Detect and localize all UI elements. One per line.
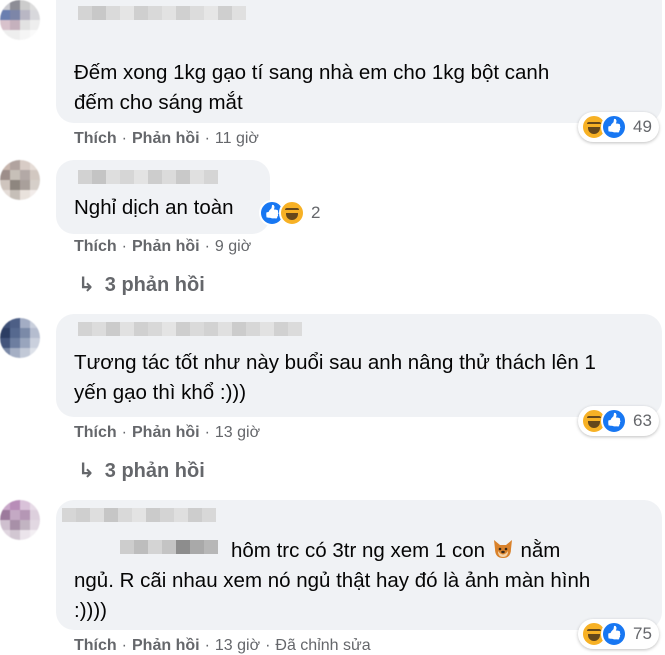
commenter-avatar[interactable] — [0, 0, 40, 40]
reply-link[interactable]: Phản hồi — [132, 637, 200, 654]
like-link[interactable]: Thích — [74, 238, 117, 255]
like-link[interactable]: Thích — [74, 130, 117, 147]
like-reaction-icon — [601, 621, 627, 647]
like-link[interactable]: Thích — [74, 424, 117, 441]
comment-text: hôm trc có 3tr ng xem 1 con nằm ngủ. R c… — [74, 538, 591, 622]
separator-dot: · — [204, 130, 210, 147]
haha-reaction-icon — [279, 200, 305, 226]
comment-actions: Thích · Phản hồi · 13 giờ · Đã chỉnh sửa — [74, 637, 371, 655]
view-replies-link[interactable]: ↳ 3 phản hồi — [78, 458, 205, 483]
like-link[interactable]: Thích — [74, 637, 117, 654]
comment-actions: Thích · Phản hồi · 9 giờ — [74, 238, 251, 256]
separator-dot: · — [265, 637, 271, 654]
comment-text: Nghỉ dịch an toàn — [74, 196, 234, 219]
separator-dot: · — [204, 424, 210, 441]
separator-dot: · — [121, 238, 127, 255]
separator-dot: · — [204, 238, 210, 255]
reaction-count: 75 — [633, 624, 652, 643]
comment-text: Đếm xong 1kg gạo tí sang nhà em cho 1kg … — [74, 61, 550, 114]
blurred-commenter-name[interactable] — [62, 508, 216, 522]
replies-count-label: 3 phản hồi — [104, 460, 205, 482]
blurred-commenter-name[interactable] — [78, 170, 218, 184]
dog-face-icon — [491, 538, 515, 560]
reply-arrow-icon: ↳ — [78, 274, 95, 296]
commenter-avatar[interactable] — [0, 160, 40, 200]
comment-time[interactable]: 13 giờ — [215, 424, 260, 441]
reply-link[interactable]: Phản hồi — [132, 424, 200, 441]
blurred-commenter-name[interactable] — [78, 6, 246, 20]
comment-actions: Thích · Phản hồi · 13 giờ — [74, 424, 260, 442]
blurred-commenter-name[interactable] — [78, 322, 302, 336]
edited-label[interactable]: Đã chỉnh sửa — [275, 637, 370, 654]
like-reaction-icon — [601, 114, 627, 140]
comment-time[interactable]: 11 giờ — [215, 130, 259, 147]
reply-arrow-icon: ↳ — [78, 460, 95, 482]
separator-dot: · — [121, 130, 127, 147]
replies-count-label: 3 phản hồi — [104, 274, 205, 296]
comment-time[interactable]: 13 giờ — [215, 637, 260, 654]
separator-dot: · — [121, 424, 127, 441]
view-replies-link[interactable]: ↳ 3 phản hồi — [78, 272, 205, 297]
reaction-count: 49 — [633, 117, 652, 136]
like-reaction-icon — [601, 408, 627, 434]
commenter-avatar[interactable] — [0, 318, 40, 358]
reaction-count: 63 — [633, 411, 652, 430]
reaction-count: 2 — [311, 203, 321, 222]
reaction-summary[interactable]: 75 — [578, 619, 659, 649]
comment-time[interactable]: 9 giờ — [215, 238, 251, 255]
reaction-summary[interactable]: 49 — [578, 112, 659, 142]
reaction-summary[interactable]: 63 — [578, 406, 659, 436]
comment-actions: Thích · Phản hồi · 11 giờ — [74, 130, 259, 148]
reply-link[interactable]: Phản hồi — [132, 238, 200, 255]
comment-text: Tương tác tốt như này buổi sau anh nâng … — [74, 351, 596, 404]
separator-dot: · — [121, 637, 127, 654]
commenter-avatar[interactable] — [0, 500, 40, 540]
reaction-summary[interactable]: 2 — [259, 198, 320, 228]
separator-dot: · — [204, 637, 210, 654]
reply-link[interactable]: Phản hồi — [132, 130, 200, 147]
